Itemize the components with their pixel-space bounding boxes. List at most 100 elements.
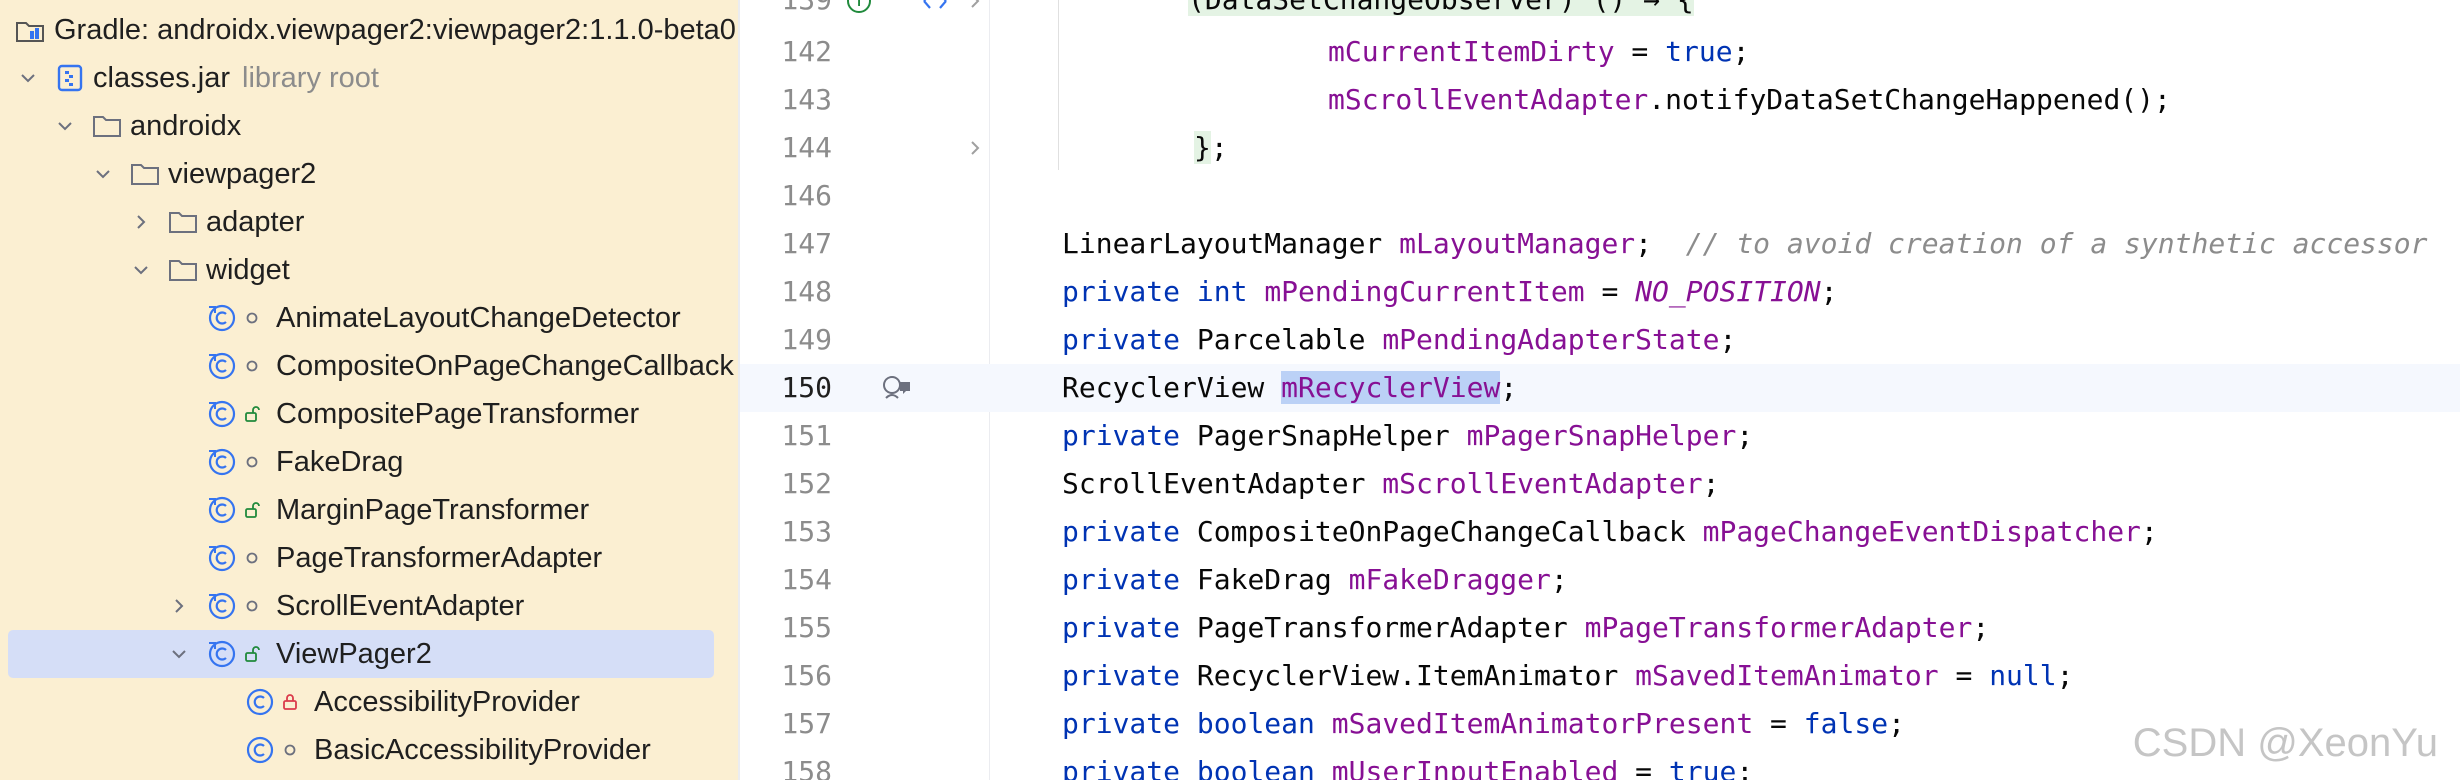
- line-number: 155: [781, 611, 832, 644]
- line-number: 153: [781, 515, 832, 548]
- line-number: 142: [781, 35, 832, 68]
- code-text: private RecyclerView.ItemAnimator mSaved…: [1062, 659, 2074, 692]
- package-private-icon: [244, 309, 260, 327]
- code-line[interactable]: 139 I (DataSetChangeObserver) () → {: [740, 0, 2460, 24]
- package-private-icon: [244, 597, 260, 615]
- code-line[interactable]: 148 private int mPendingCurrentItem = NO…: [740, 268, 2460, 316]
- code-line[interactable]: 151 private PagerSnapHelper mPagerSnapHe…: [740, 412, 2460, 460]
- chevron-down-icon[interactable]: [55, 116, 75, 136]
- code-line[interactable]: 146: [740, 172, 2460, 220]
- tree-item-classes-jar[interactable]: classes.jar library root: [0, 54, 738, 102]
- chevron-right-icon[interactable]: [131, 212, 151, 232]
- implementation-icon[interactable]: I: [846, 0, 872, 14]
- code-text: private PagerSnapHelper mPagerSnapHelper…: [1062, 419, 1754, 452]
- chevron-down-icon[interactable]: [93, 164, 113, 184]
- tree-item-label: PageTransformerAdapter: [276, 541, 603, 574]
- tree-item-adapter[interactable]: adapter: [0, 198, 738, 246]
- code-text: mCurrentItemDirty = true;: [1328, 35, 1750, 68]
- chevron-right-icon[interactable]: [169, 596, 189, 616]
- line-number: 157: [781, 707, 832, 740]
- code-text: };: [1194, 131, 1228, 164]
- package-private-icon: [244, 357, 260, 375]
- code-line[interactable]: 154 private FakeDrag mFakeDragger;: [740, 556, 2460, 604]
- code-text: (DataSetChangeObserver) () → {: [1188, 0, 1694, 24]
- tree-item-label: AccessibilityProvider: [314, 685, 580, 718]
- tree-item-class[interactable]: ScrollEventAdapter: [0, 582, 738, 630]
- tree-item-class-selected[interactable]: ViewPager2: [8, 630, 714, 678]
- tree-item-inner-class[interactable]: BasicAccessibilityProvider: [0, 726, 738, 774]
- tree-item-class[interactable]: FakeDrag: [0, 438, 738, 486]
- chevron-down-icon[interactable]: [18, 68, 38, 88]
- class-icon: [206, 350, 238, 382]
- code-editor[interactable]: 139 I (DataSetChangeObserver) () → { 142…: [740, 0, 2460, 780]
- tree-item-label: BasicAccessibilityProvider: [314, 733, 651, 766]
- code-text: mScrollEventAdapter.notifyDataSetChangeH…: [1328, 83, 2171, 116]
- tree-item-class[interactable]: AnimateLayoutChangeDetector: [0, 294, 738, 342]
- folder-icon: [91, 110, 123, 142]
- code-line[interactable]: 152 ScrollEventAdapter mScrollEventAdapt…: [740, 460, 2460, 508]
- class-icon: [206, 494, 238, 526]
- code-line[interactable]: 155 private PageTransformerAdapter mPage…: [740, 604, 2460, 652]
- code-text: private FakeDrag mFakeDragger;: [1062, 563, 1568, 596]
- line-number: 154: [781, 563, 832, 596]
- fold-icon[interactable]: [966, 139, 984, 157]
- tree-item-class[interactable]: CompositeOnPageChangeCallback: [0, 342, 738, 390]
- line-number: 156: [781, 659, 832, 692]
- project-tree: Gradle: androidx.viewpager2:viewpager2:1…: [0, 0, 738, 780]
- tree-item-class[interactable]: PageTransformerAdapter: [0, 534, 738, 582]
- class-icon: [244, 734, 276, 766]
- ai-assistant-icon[interactable]: [880, 372, 914, 404]
- tree-item-label: FakeDrag: [276, 445, 404, 478]
- line-number: 151: [781, 419, 832, 452]
- code-text: private CompositeOnPageChangeCallback mP…: [1062, 515, 2158, 548]
- tree-item-label: widget: [206, 253, 290, 286]
- chevron-down-icon[interactable]: [169, 644, 189, 664]
- tree-item-label: adapter: [206, 205, 305, 238]
- tree-root-row[interactable]: Gradle: androidx.viewpager2:viewpager2:1…: [0, 6, 738, 54]
- folder-icon: [167, 254, 199, 286]
- code-text: RecyclerView mRecyclerView;: [1062, 371, 1518, 404]
- tree-item-inner-class[interactable]: AccessibilityProvider: [0, 678, 738, 726]
- package-private-icon: [282, 741, 298, 759]
- code-text: private Parcelable mPendingAdapterState;: [1062, 323, 1737, 356]
- folder-icon: [167, 206, 199, 238]
- tree-item-label: ViewPager2: [276, 637, 432, 670]
- chevron-down-icon[interactable]: [131, 260, 151, 280]
- code-line[interactable]: 149 private Parcelable mPendingAdapterSt…: [740, 316, 2460, 364]
- tree-item-label: viewpager2: [168, 157, 317, 190]
- code-line[interactable]: 156 private RecyclerView.ItemAnimator mS…: [740, 652, 2460, 700]
- code-line[interactable]: 143 mScrollEventAdapter.notifyDataSetCha…: [740, 76, 2460, 124]
- fold-icon[interactable]: [966, 0, 984, 10]
- code-line[interactable]: 147 LinearLayoutManager mLayoutManager; …: [740, 220, 2460, 268]
- lambda-icon[interactable]: [920, 0, 950, 12]
- tree-item-label: androidx: [130, 109, 242, 142]
- code-text: private PageTransformerAdapter mPageTran…: [1062, 611, 1990, 644]
- code-line-current[interactable]: 150 RecyclerView mRecyclerView;: [740, 364, 2460, 412]
- tree-item-widget[interactable]: widget: [0, 246, 738, 294]
- code-line[interactable]: 142 mCurrentItemDirty = true;: [740, 28, 2460, 76]
- tree-item-androidx[interactable]: androidx: [0, 102, 738, 150]
- line-number: 148: [781, 275, 832, 308]
- class-icon: [244, 686, 276, 718]
- gradle-library-icon: [14, 14, 46, 46]
- code-line[interactable]: 153 private CompositeOnPageChangeCallbac…: [740, 508, 2460, 556]
- private-lock-icon: [282, 693, 298, 711]
- code-text: private boolean mSavedItemAnimatorPresen…: [1062, 707, 1905, 740]
- usage-highlight: mRecyclerView: [1281, 371, 1501, 404]
- tree-item-label: CompositePageTransformer: [276, 397, 640, 430]
- tree-item-class[interactable]: MarginPageTransformer: [0, 486, 738, 534]
- code-line[interactable]: 144 };: [740, 124, 2460, 172]
- line-number: 149: [781, 323, 832, 356]
- line-number: 152: [781, 467, 832, 500]
- folder-icon: [129, 158, 161, 190]
- class-icon: [206, 302, 238, 334]
- public-unlock-icon: [244, 405, 260, 423]
- tree-item-viewpager2[interactable]: viewpager2: [0, 150, 738, 198]
- line-number: 146: [781, 179, 832, 212]
- code-text: private int mPendingCurrentItem = NO_POS…: [1062, 275, 1838, 308]
- line-number: 147: [781, 227, 832, 260]
- code-text: LinearLayoutManager mLayoutManager; // t…: [1062, 227, 2428, 260]
- tree-root-label: Gradle: androidx.viewpager2:viewpager2:1…: [54, 13, 736, 46]
- tree-item-class[interactable]: CompositePageTransformer: [0, 390, 738, 438]
- svg-text:I: I: [857, 0, 861, 9]
